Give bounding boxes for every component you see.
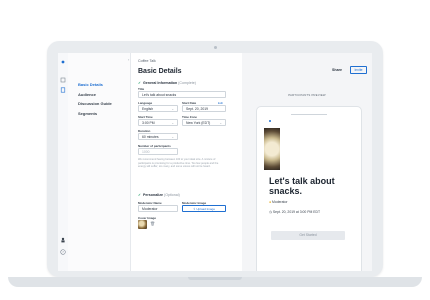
dropdown-arrow-icon: ⌄	[171, 135, 174, 139]
trash-icon[interactable]: 🗑	[150, 221, 155, 226]
cover-image	[264, 128, 280, 170]
preview-host: ● Moderator	[269, 200, 288, 204]
nav-item-audience[interactable]: Audience	[78, 92, 96, 97]
svg-text:?: ?	[62, 250, 64, 254]
camera-dot	[214, 46, 217, 49]
personalize-section-heading[interactable]: ✓ Personalize (Optional)	[138, 193, 180, 197]
logo-dot-icon	[61, 60, 65, 64]
phone-speaker	[291, 114, 327, 115]
clock-icon: ◷	[269, 210, 272, 214]
start-time-select[interactable]: 3:00 PM ⌄	[138, 119, 178, 126]
title-input[interactable]: Let's talk about snacks	[138, 91, 226, 98]
nav-item-basic-details[interactable]: Basic Details	[78, 82, 103, 87]
participants-input[interactable]: 1000	[138, 148, 178, 155]
preview-datetime: ◷ Sept. 20, 2019 at 3:00 PM EDT	[269, 210, 321, 214]
language-select[interactable]: English ⌄	[138, 105, 178, 112]
studio-icon[interactable]	[60, 77, 66, 83]
nav-item-discussion-guide[interactable]: Discussion Guide	[78, 101, 112, 106]
dropdown-arrow-icon: ⌄	[171, 107, 174, 111]
invite-button[interactable]: Invite	[350, 66, 367, 74]
upload-image-button[interactable]: ⇪ Upload Image	[182, 205, 226, 212]
laptop-notch	[188, 277, 242, 280]
breadcrumb: Coffee Talk	[138, 59, 156, 63]
preview-title: Let's talk about snacks.	[269, 176, 335, 196]
page-title: Basic Details	[138, 68, 182, 75]
preview-label: PARTICIPANTS PREVIEW	[288, 93, 326, 97]
check-icon: ✓	[138, 193, 142, 197]
app-screen: ? ‹ Basic Details Audience Discussion Gu…	[58, 53, 372, 271]
user-icon[interactable]	[60, 237, 66, 243]
get-started-button[interactable]: Get Started	[271, 231, 345, 240]
nav-item-segments[interactable]: Segments	[78, 111, 97, 116]
start-date-input[interactable]: Sept. 20, 2019	[182, 105, 226, 112]
check-icon: ✓	[138, 81, 142, 85]
general-section-heading[interactable]: ✓ General Information (Complete)	[138, 81, 196, 85]
main-form: Coffee Talk Basic Details ✓ General Infor…	[130, 53, 242, 271]
duration-select[interactable]: 60 minutes ⌄	[138, 133, 178, 140]
moderator-name-input[interactable]: Moderator	[138, 205, 178, 212]
logo-dot-icon	[269, 120, 271, 122]
phone-preview: Let's talk about snacks. ● Moderator ◷ S…	[256, 106, 362, 271]
dropdown-arrow-icon: ⌄	[171, 121, 174, 125]
help-icon[interactable]: ?	[60, 249, 66, 255]
participants-help: We recommend having between 100 to your …	[138, 158, 219, 169]
cover-image-thumbnail[interactable]	[138, 220, 147, 229]
dropdown-arrow-icon: ⌄	[219, 121, 222, 125]
moderator-avatar-icon: ●	[269, 200, 272, 204]
timezone-select[interactable]: New York (EDT) ⌄	[182, 119, 226, 126]
section-nav: ‹ Basic Details Audience Discussion Guid…	[68, 53, 131, 271]
share-button[interactable]: Share	[332, 68, 342, 72]
document-icon[interactable]	[60, 87, 66, 93]
